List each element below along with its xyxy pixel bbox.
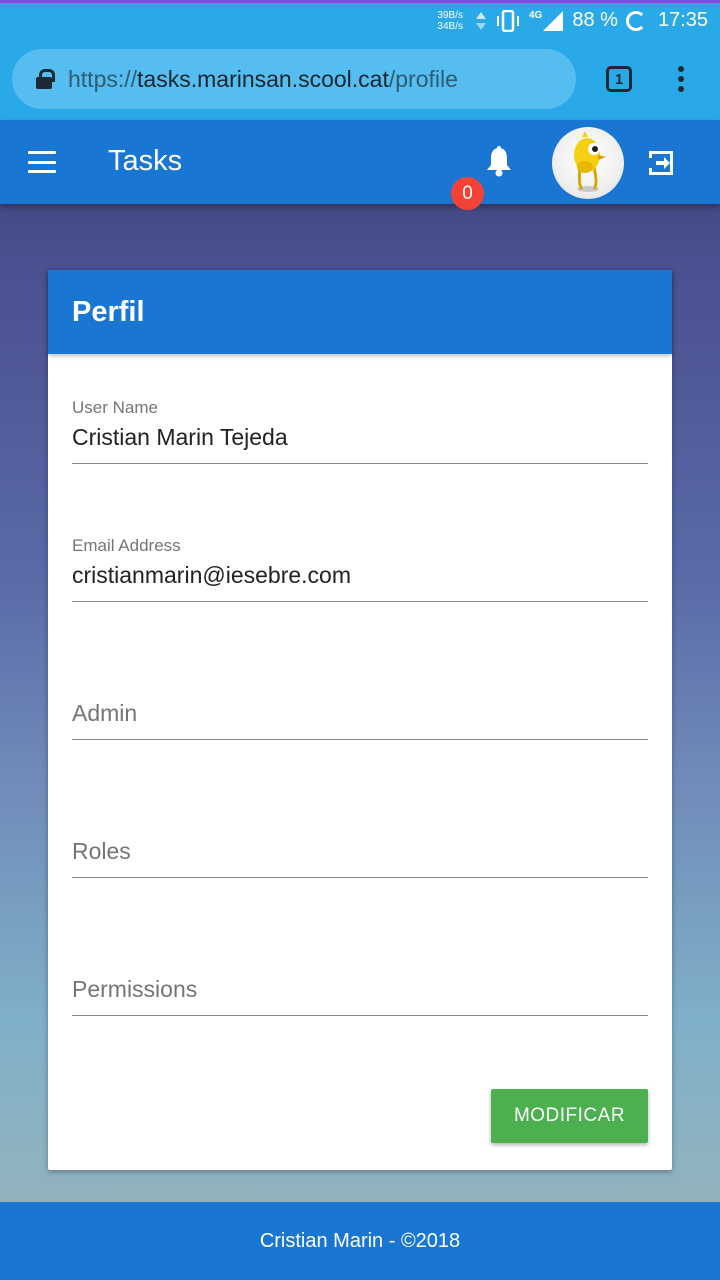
network-speed: 39B/s 34B/s xyxy=(437,10,463,32)
status-bar: 39B/s 34B/s 4G 88 % 17:35 xyxy=(0,0,720,38)
footer-text: Cristian Marin - ©2018 xyxy=(259,1229,461,1252)
app-title: Tasks xyxy=(108,145,183,177)
speed-down: 34B/s xyxy=(437,20,463,32)
battery-ring-icon xyxy=(625,10,646,31)
permissions-placeholder: Permissions xyxy=(72,976,198,1002)
user-name-label: User Name xyxy=(72,398,158,417)
admin-placeholder: Admin xyxy=(72,700,138,726)
menu-icon[interactable] xyxy=(28,151,56,173)
address-bar[interactable]: https://tasks.marinsan.scool.cat/profile xyxy=(12,49,576,109)
browser-toolbar: https://tasks.marinsan.scool.cat/profile… xyxy=(0,38,720,120)
notifications-badge[interactable]: 0 xyxy=(451,177,484,210)
email-field[interactable]: Email Address cristianmarin@iesebre.com xyxy=(72,536,648,602)
notifications-bell-icon[interactable] xyxy=(484,146,514,183)
logout-icon[interactable] xyxy=(646,148,676,183)
roles-placeholder: Roles xyxy=(72,838,131,864)
vibrate-icon xyxy=(495,9,521,32)
speed-up: 39B/s xyxy=(437,9,463,21)
browser-menu-icon[interactable] xyxy=(678,66,684,92)
permissions-field[interactable]: Permissions xyxy=(72,976,648,1016)
battery-text: 88 % xyxy=(572,9,618,31)
footer: Cristian Marin - ©2018 xyxy=(0,1202,720,1280)
lock-icon xyxy=(36,69,55,89)
data-arrows-icon xyxy=(475,11,487,31)
roles-field[interactable]: Roles xyxy=(72,838,648,878)
network-type: 4G xyxy=(529,9,543,21)
user-name-field[interactable]: User Name Cristian Marin Tejeda xyxy=(72,398,648,464)
signal-icon: 4G xyxy=(529,10,564,32)
url-scheme: https:// xyxy=(68,65,138,92)
modify-button[interactable]: MODIFICAR xyxy=(491,1089,648,1143)
clock: 17:35 xyxy=(657,9,708,31)
avatar-character-icon xyxy=(574,131,606,192)
card-title: Perfil xyxy=(48,270,672,354)
profile-card: Perfil User Name Cristian Marin Tejeda E… xyxy=(48,270,672,1170)
user-name-value[interactable]: Cristian Marin Tejeda xyxy=(72,424,648,463)
user-avatar[interactable] xyxy=(552,127,624,199)
email-value[interactable]: cristianmarin@iesebre.com xyxy=(72,562,648,601)
url-path: /profile xyxy=(388,65,458,92)
tab-switcher-button[interactable]: 1 xyxy=(606,66,632,92)
url-host: tasks.marinsan.scool.cat xyxy=(137,65,389,92)
admin-field[interactable]: Admin xyxy=(72,700,648,740)
email-label: Email Address xyxy=(72,536,181,555)
